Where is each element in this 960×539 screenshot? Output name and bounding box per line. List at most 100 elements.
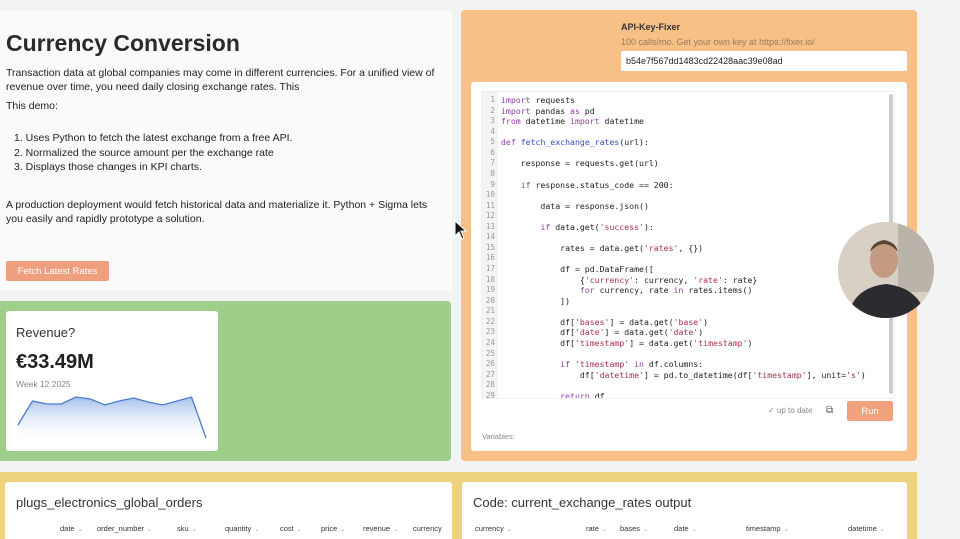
line-number: 2 [490, 105, 495, 115]
code-text: rates = data.get('rates', {}) [501, 242, 704, 253]
line-number: 13 [485, 221, 495, 231]
code-line: 26 if 'timestamp' in df.columns: [482, 359, 866, 370]
code-text: df['datetime'] = pd.to_datetime(df['time… [501, 369, 866, 380]
column-header-timestamp[interactable]: timestamp ⌄ [746, 524, 789, 533]
table-title: plugs_electronics_global_orders [16, 495, 203, 510]
chevron-down-icon[interactable]: ⌄ [340, 527, 345, 533]
code-line: 8 [482, 169, 866, 180]
column-label: order_number [97, 524, 145, 533]
line-number: 20 [485, 295, 495, 305]
chevron-down-icon[interactable]: ⌄ [192, 527, 197, 533]
code-line: 15 rates = data.get('rates', {}) [482, 243, 866, 254]
code-text: if response.status_code == 200: [520, 179, 674, 190]
column-header-currency[interactable]: currency ⌄ [475, 524, 512, 533]
chevron-down-icon[interactable]: ⌄ [297, 527, 302, 533]
code-line: 19 for currency, rate in rates.items() [482, 285, 866, 296]
code-text: data = response.json() [501, 200, 649, 211]
revenue-kpi-card[interactable]: Revenue? €33.49M Week 12 2025 [6, 311, 218, 451]
code-line: 10 [482, 190, 866, 201]
code-line: 9 if response.status_code == 200: [482, 180, 866, 191]
code-line: 18 {'currency': currency, 'rate': rate} [482, 275, 866, 286]
demo-label: This demo: [6, 100, 58, 112]
fetch-latest-rates-button[interactable]: Fetch Latest Rates [6, 261, 109, 281]
code-text: df['timestamp'] = data.get('timestamp') [501, 337, 753, 348]
code-line: 24 df['timestamp'] = data.get('timestamp… [482, 338, 866, 349]
run-button[interactable]: Run [847, 401, 893, 421]
column-label: revenue [363, 524, 391, 533]
code-text: for currency, rate in rates.items() [579, 285, 753, 296]
code-line: 20 ]) [482, 296, 866, 307]
line-number: 9 [490, 179, 495, 189]
api-key-input[interactable] [621, 51, 907, 71]
line-number: 7 [490, 158, 495, 168]
line-number: 11 [485, 200, 495, 210]
list-item: 1. Uses Python to fetch the latest excha… [14, 132, 293, 144]
list-item: 2. Normalized the source amount per the … [14, 146, 274, 159]
copy-icon[interactable]: ⧉ [826, 405, 833, 416]
code-line: 12 [482, 211, 866, 222]
line-number: 18 [485, 274, 495, 284]
line-number: 21 [485, 306, 495, 316]
line-number: 28 [485, 380, 495, 390]
chevron-down-icon[interactable]: ⌄ [393, 527, 398, 533]
table-title: Code: current_exchange_rates output [473, 495, 692, 510]
chevron-down-icon[interactable]: ⌄ [602, 527, 607, 533]
column-header-rate[interactable]: rate ⌄ [586, 524, 607, 533]
line-number: 27 [485, 369, 495, 379]
code-line: 13 if data.get('success'): [482, 222, 866, 233]
api-key-label: API-Key-Fixer [621, 22, 681, 32]
code-line: 16 [482, 253, 866, 264]
chevron-down-icon[interactable]: ⌄ [78, 527, 83, 533]
column-header-revenue[interactable]: revenue ⌄ [363, 524, 398, 533]
line-number: 1 [490, 95, 495, 104]
chevron-down-icon[interactable]: ⌄ [147, 527, 152, 533]
chevron-down-icon[interactable]: ⌄ [692, 527, 697, 533]
chevron-down-icon[interactable]: ⌄ [507, 527, 512, 533]
column-header-date[interactable]: date ⌄ [674, 524, 697, 533]
code-line: 3 from datetime import datetime [482, 116, 866, 127]
column-label: date [60, 524, 75, 533]
code-text: return df [560, 390, 605, 399]
chevron-down-icon[interactable]: ⌄ [254, 527, 259, 533]
line-number: 23 [485, 327, 495, 337]
code-text: df['date'] = data.get('date') [501, 327, 704, 338]
column-label: quantity [225, 524, 252, 533]
code-text: ]) [501, 295, 571, 306]
column-label: currency [413, 524, 442, 533]
code-editor[interactable]: 1 import requests 2 import pandas as pd 3 fro… [481, 91, 895, 399]
column-header-datetime[interactable]: datetime ⌄ [848, 524, 885, 533]
chevron-down-icon[interactable]: ⌄ [643, 527, 648, 533]
presenter-video [838, 222, 934, 318]
line-number: 26 [485, 359, 495, 369]
line-number: 6 [490, 147, 495, 157]
column-header-price[interactable]: price ⌄ [321, 524, 345, 533]
api-key-help: 100 calls/mo. Get your own key at https:… [621, 37, 815, 47]
line-number: 17 [485, 264, 495, 273]
code-line: 2 import pandas as pd [482, 106, 866, 117]
code-line: 11 data = response.json() [482, 201, 866, 212]
column-header-order-number[interactable]: order_number ⌄ [97, 524, 152, 533]
column-header-quantity[interactable]: quantity ⌄ [225, 524, 259, 533]
code-text: import requests [501, 95, 575, 105]
variables-label: Variables: [482, 432, 515, 441]
code-line: 22 df['bases'] = data.get('base') [482, 317, 866, 328]
code-text: df['bases'] = data.get('base') [501, 316, 709, 327]
line-number: 15 [485, 242, 495, 252]
column-label: timestamp [746, 524, 781, 533]
column-header-sku[interactable]: sku ⌄ [177, 524, 197, 533]
code-text: {'currency': currency, 'rate': rate} [501, 274, 758, 285]
column-header-cost[interactable]: cost ⌄ [280, 524, 302, 533]
column-header-bases[interactable]: bases ⌄ [620, 524, 648, 533]
chevron-down-icon[interactable]: ⌄ [880, 527, 885, 533]
column-label: bases [620, 524, 641, 533]
column-header-date[interactable]: date ⌄ [60, 524, 83, 533]
demo-list: 1. Uses Python to fetch the latest excha… [14, 131, 292, 175]
line-number: 10 [485, 190, 495, 200]
column-header-currency[interactable]: currency [413, 524, 442, 533]
chevron-down-icon[interactable]: ⌄ [784, 527, 789, 533]
line-number: 8 [490, 168, 495, 178]
production-paragraph: A production deployment would fetch hist… [6, 199, 428, 225]
column-label: currency [475, 524, 504, 533]
intro-paragraph: Transaction data at global companies may… [6, 67, 435, 93]
column-label: date [674, 524, 689, 533]
